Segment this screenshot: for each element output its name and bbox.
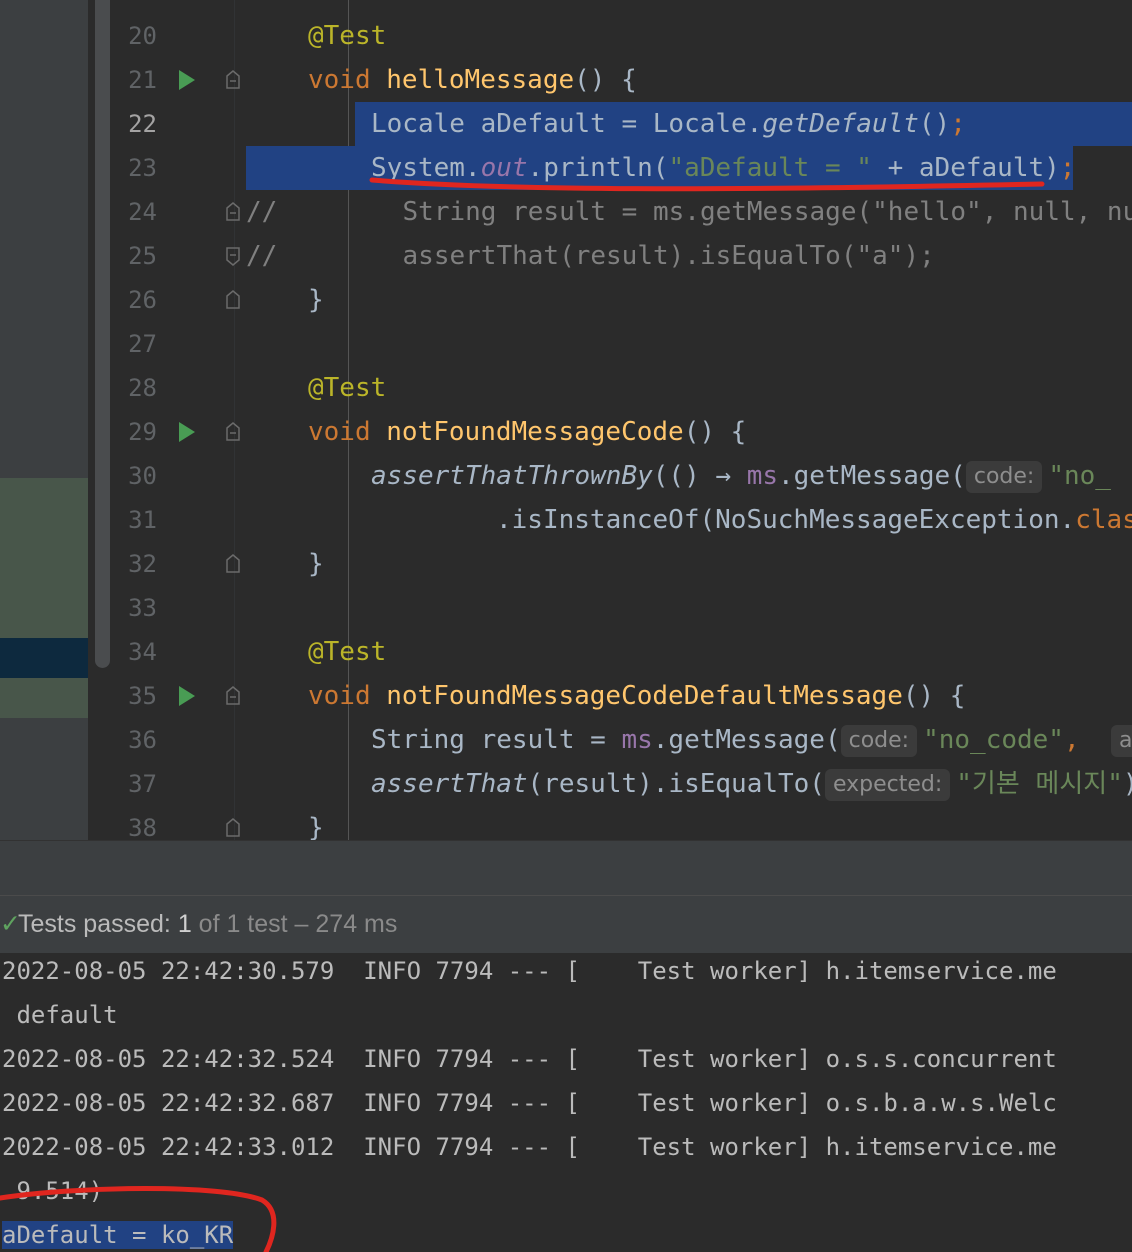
code-text: assertThatThrownBy(() → ms.getMessage(co… [371, 460, 1111, 493]
test-status-bar: ✓ Tests passed: 1 of 1 test – 274 ms [0, 895, 1132, 954]
commented-code: // assertThat(result).isEqualTo("a"); [246, 241, 935, 271]
fold-icon[interactable] [225, 686, 241, 706]
param-hint: code: [965, 460, 1043, 493]
param-hint: ar [1110, 724, 1132, 757]
code-editor[interactable]: 20 @Test 21 void helloMessage() { 22 Loc… [115, 0, 1132, 840]
code-line[interactable]: 22 Locale aDefault = Locale.getDefault()… [115, 102, 1132, 146]
sidebar-scrollbar[interactable] [95, 0, 110, 668]
line-number: 34 [128, 638, 157, 666]
code-text: Locale aDefault = Locale.getDefault(); [371, 109, 966, 139]
code-text: } [308, 549, 324, 579]
console-output[interactable]: 2022-08-05 22:42:30.579 INFO 7794 --- [ … [0, 953, 1132, 1252]
code-text: @Test [308, 21, 387, 51]
line-number: 22 [128, 110, 157, 138]
console-line: 9.514) [2, 1177, 104, 1205]
line-number: 31 [128, 506, 157, 534]
console-line: 2022-08-05 22:42:33.012 INFO 7794 --- [ … [2, 1133, 1057, 1161]
console-line: 2022-08-05 22:42:30.579 INFO 7794 --- [ … [2, 957, 1057, 985]
line-number: 25 [128, 242, 157, 270]
param-hint: expected: [824, 768, 951, 801]
sidebar-selected-item[interactable] [0, 638, 88, 678]
line-number: 37 [128, 770, 157, 798]
code-text: String result = ms.getMessage(code: "no_c… [371, 718, 1132, 762]
code-line[interactable]: 28 @Test [115, 366, 1132, 410]
code-line[interactable]: 32 } [115, 542, 1132, 586]
line-number: 26 [128, 286, 157, 314]
console-line-result: aDefault = ko_KR [2, 1221, 234, 1249]
console-line: 2022-08-05 22:42:32.687 INFO 7794 --- [ … [2, 1089, 1057, 1117]
line-number: 27 [128, 330, 157, 358]
line-number: 36 [128, 726, 157, 754]
run-test-icon[interactable] [179, 70, 195, 90]
fold-icon[interactable] [225, 554, 241, 574]
code-line[interactable]: 30 assertThatThrownBy(() → ms.getMessage… [115, 454, 1132, 498]
code-line[interactable]: 37 assertThat(result).isEqualTo(expected… [115, 762, 1132, 806]
run-toolbar [0, 840, 1132, 895]
fold-icon[interactable] [225, 290, 241, 310]
fold-icon[interactable] [225, 246, 241, 266]
code-line[interactable]: 29 void notFoundMessageCode() { [115, 410, 1132, 454]
line-number: 35 [128, 682, 157, 710]
code-line[interactable]: 38 } [115, 806, 1132, 840]
code-line[interactable]: 27 [115, 322, 1132, 366]
line-number: 20 [128, 22, 157, 50]
code-line[interactable]: 36 String result = ms.getMessage(code: "n… [115, 718, 1132, 762]
code-text: System.out.println("aDefault = " + aDefa… [371, 153, 1076, 183]
test-status-text: Tests passed: 1 of 1 test – 274 ms [18, 910, 398, 938]
line-number: 21 [128, 66, 157, 94]
code-text: void notFoundMessageCode() { [308, 417, 747, 447]
code-text: @Test [308, 373, 387, 403]
run-test-icon[interactable] [179, 422, 195, 442]
code-line[interactable]: 26 } [115, 278, 1132, 322]
fold-icon[interactable] [225, 70, 241, 90]
code-text: @Test [308, 637, 387, 667]
run-test-icon[interactable] [179, 686, 195, 706]
code-text: void notFoundMessageCodeDefaultMessage()… [308, 681, 966, 711]
line-number: 23 [128, 154, 157, 182]
fold-icon[interactable] [225, 422, 241, 442]
code-line[interactable]: 34 @Test [115, 630, 1132, 674]
code-line[interactable]: 35 void notFoundMessageCodeDefaultMessag… [115, 674, 1132, 718]
code-text: } [308, 285, 324, 315]
project-sidebar [0, 0, 88, 840]
code-line[interactable]: 25 // assertThat(result).isEqualTo("a"); [115, 234, 1132, 278]
code-line[interactable]: 24 // String result = ms.getMessage("hel… [115, 190, 1132, 234]
param-hint: code: [840, 724, 918, 757]
code-line[interactable]: 31 .isInstanceOf(NoSuchMessageException.… [115, 498, 1132, 542]
commented-code: // String result = ms.getMessage("hello"… [246, 197, 1132, 227]
code-line[interactable]: 20 @Test [115, 14, 1132, 58]
fold-icon[interactable] [225, 818, 241, 838]
code-line[interactable]: 33 [115, 586, 1132, 630]
console-line: 2022-08-05 22:42:32.524 INFO 7794 --- [ … [2, 1045, 1057, 1073]
fold-icon[interactable] [225, 202, 241, 222]
line-number: 30 [128, 462, 157, 490]
line-number: 24 [128, 198, 157, 226]
code-text: void helloMessage() { [308, 65, 637, 95]
sidebar-changed-region [0, 478, 88, 718]
code-text: } [308, 813, 324, 840]
line-number: 33 [128, 594, 157, 622]
line-number: 38 [128, 814, 157, 840]
code-text: .isInstanceOf(NoSuchMessageException.cla… [496, 505, 1132, 535]
console-line: default [2, 1001, 118, 1029]
code-text: assertThat(result).isEqualTo(expected: "기… [371, 768, 1132, 801]
line-number: 32 [128, 550, 157, 578]
code-line[interactable]: 23 System.out.println("aDefault = " + aD… [115, 146, 1132, 190]
code-line[interactable]: 21 void helloMessage() { [115, 58, 1132, 102]
line-number: 28 [128, 374, 157, 402]
line-number: 29 [128, 418, 157, 446]
